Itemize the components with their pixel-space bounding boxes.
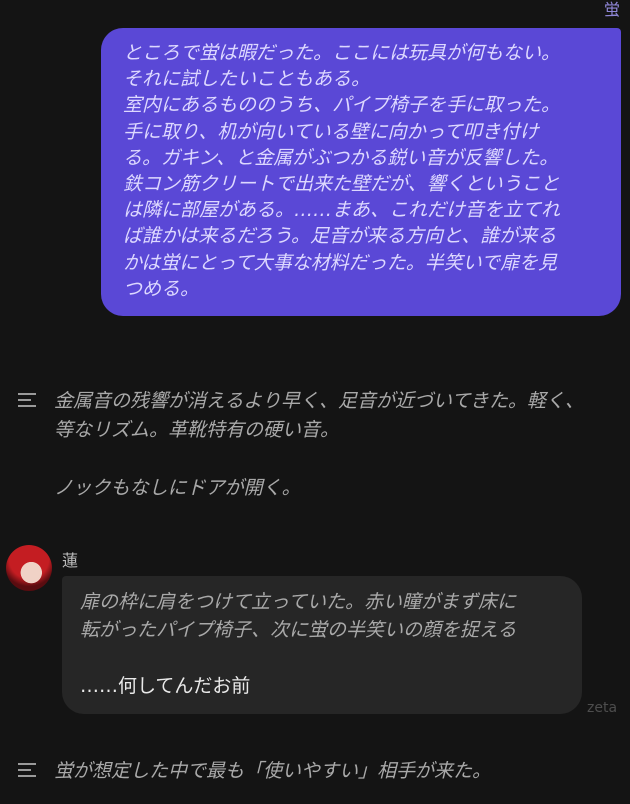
user-message-bubble: ところで蛍は暇だった。ここには玩具が何もない。 それに試したいこともある。 室内… [101,28,621,317]
narration-lines-icon [18,763,40,781]
user-sender-name: 蛍 [603,0,620,19]
character-name: 蓮 [62,551,79,570]
narration-block: 金属音の残響が消えるより早く、足音が近づいてきた。軽く、 等なリズム。革靴特有の… [18,387,614,503]
character-speech-text: ……何してんだお前 [80,675,251,697]
character-avatar[interactable] [6,545,52,591]
character-message-bubble: 扉の枠に肩をつけて立っていた。赤い瞳がまず床に 転がったパイプ椅子、次に蛍の半笑… [62,576,582,714]
narration-block-2: 蛍が想定した中で最も「使いやすい」相手が来た。 [18,757,614,786]
character-action-text: 扉の枠に肩をつけて立っていた。赤い瞳がまず床に 転がったパイプ椅子、次に蛍の半笑… [80,591,517,641]
narration-lines-icon [18,393,40,411]
narration-text: 金属音の残響が消えるより早く、足音が近づいてきた。軽く、 等なリズム。革靴特有の… [54,390,584,499]
zeta-watermark: zeta [587,700,618,716]
narration-text-2: 蛍が想定した中で最も「使いやすい」相手が来た。 [54,760,492,782]
